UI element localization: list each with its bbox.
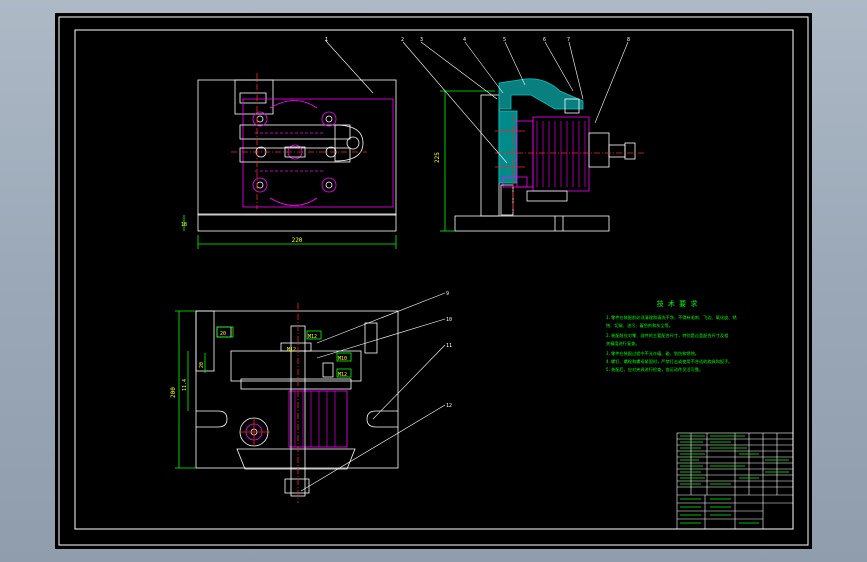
balloon-8: 8 [627, 37, 630, 43]
dim-tag-c: M12 [338, 372, 347, 378]
front-view [175, 303, 399, 503]
dim-mini: 20 [220, 331, 226, 337]
dim-tag-d: M12 [287, 347, 296, 353]
title-block [676, 432, 794, 530]
balloon-3: 3 [420, 37, 423, 43]
balloons-top: 1 2 3 4 5 6 7 8 [325, 37, 630, 43]
balloon-10: 10 [446, 317, 452, 323]
dim-height-right: 225 [434, 152, 441, 163]
balloon-7: 7 [567, 37, 570, 43]
balloon-4: 4 [463, 37, 466, 43]
notes-title: 技 术 要 求 [657, 299, 698, 308]
dim-offset: 20 [199, 362, 205, 368]
balloons-bottom: 9 10 11 12 [446, 291, 452, 409]
note-line-1: 1.零件在装配前必须清理和清洗干净，不得有毛刺、飞边、氧化皮、锈 [606, 314, 737, 321]
dim-small-height: 18 [181, 222, 187, 228]
dim-width-top: 220 [292, 237, 303, 244]
dim-height-bottom: 200 [170, 387, 177, 398]
balloon-5: 5 [503, 37, 506, 43]
note-line-2: 蚀、切屑、油污、着色剂和灰尘等。 [606, 322, 673, 329]
note-line-4: 关精度进行复查。 [606, 340, 640, 347]
balloon-2: 2 [401, 37, 404, 43]
side-section-view [440, 78, 645, 232]
note-line-7: 5.装配后，应对夹具进行检查，各运动件灵活可靠。 [606, 366, 703, 373]
technical-notes: 技 术 要 求 1.零件在装配前必须清理和清洗干净，不得有毛刺、飞边、氧化皮、锈… [606, 299, 737, 373]
balloon-9: 9 [446, 291, 449, 297]
cad-drawing: 220 18 225 1 2 3 4 5 6 7 8 200 11.4 20 2… [58, 16, 809, 546]
dim-tag-b: M10 [338, 356, 347, 362]
note-line-3: 2.装配前应对零、部件的主要配合尺寸，特别是过盈配合尺寸及相 [606, 332, 728, 339]
top-view [183, 73, 397, 249]
dim-sub: 11.4 [182, 379, 188, 391]
note-line-5: 3.零件在装配过程中不允许磕、碰、划伤和锈蚀。 [606, 350, 699, 357]
balloon-6: 6 [543, 37, 546, 43]
dim-tag-a: M12 [308, 334, 317, 340]
drawing-canvas[interactable]: 220 18 225 1 2 3 4 5 6 7 8 200 11.4 20 2… [55, 13, 812, 549]
note-line-6: 4.螺钉、螺栓和螺母紧固时，严禁打击或使用不合适的旋具和扳手。 [606, 358, 732, 365]
balloon-11: 11 [446, 343, 452, 349]
balloon-1: 1 [325, 37, 328, 43]
balloon-12: 12 [446, 403, 452, 409]
